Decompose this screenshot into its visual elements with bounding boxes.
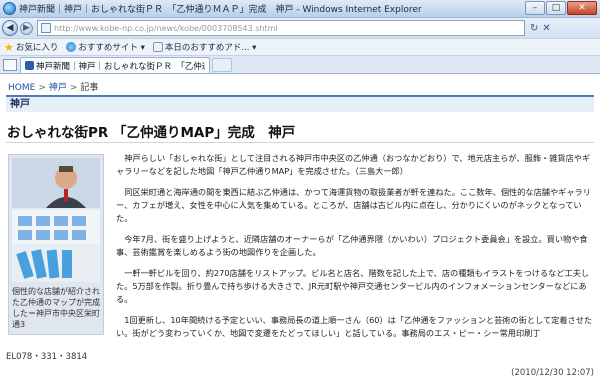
photo-image: [12, 158, 100, 282]
breadcrumb-home-link[interactable]: HOME: [8, 83, 35, 93]
favorites-bar: ★ お気に入り おすすめサイト ▾ 本日のおすすめアド... ▾: [0, 38, 600, 56]
article-paragraph: 一軒一軒ビルを回り、約270店舗をリストアップ。ビル名と店名、階数を記した上で、…: [116, 268, 590, 304]
page-icon: [152, 42, 163, 52]
ie-icon: [66, 42, 77, 52]
article-paragraph: 1回更新し、10年間続ける予定といい、事務局長の道上順一さん（60）は「乙仲通を…: [116, 315, 593, 338]
article-paragraph: 今年7月、街を盛り上げようと、近隣店舗のオーナーらが「乙仲通界隈（かいわい）プロ…: [116, 234, 588, 257]
breadcrumb-kobe-link[interactable]: 神戸: [49, 83, 67, 93]
favorites-item-recommended[interactable]: おすすめサイト ▾: [66, 41, 145, 53]
breadcrumb: HOME > 神戸 > 記事: [8, 80, 98, 93]
headline-divider: [6, 142, 594, 143]
article-date: (2010/12/30 12:07): [511, 368, 594, 378]
favorites-item-today[interactable]: 本日のおすすめアド... ▾: [152, 41, 257, 53]
photo-caption: 個性的な店舗が紹介された乙仲通のマップが完成した＝神戸市中央区栄町通3: [12, 287, 100, 329]
article-body: 神戸らしい「おしゃれな街」として注目される神戸市中央区の乙仲通（おつなかどおり）…: [116, 152, 594, 348]
kobe-np-favicon-icon: [25, 61, 34, 70]
window-title-bar: 神戸新聞｜神戸｜おしゃれな街ＰＲ 「乙仲通りＭＡＰ」完成 神戸 - Window…: [0, 0, 600, 18]
star-icon[interactable]: ★: [4, 41, 14, 54]
new-tab-button[interactable]: [212, 58, 232, 72]
article-headline: おしゃれな街PR 「乙仲通りMAP」完成 神戸: [7, 125, 296, 141]
article-paragraph: 神戸らしい「おしゃれな街」として注目される神戸市中央区の乙仲通（おつなかどおり）…: [116, 153, 591, 176]
favorites-button[interactable]: お気に入り: [16, 41, 59, 53]
url-text: http://www.kobe-np.co.jp/news/kobe/00037…: [54, 23, 278, 33]
breadcrumb-current: 記事: [80, 83, 99, 93]
tab-kobe-np[interactable]: 神戸新聞｜神戸｜おしゃれな街ＰＲ 「乙仲通...: [20, 57, 210, 73]
address-tools: ↻ ✕: [530, 23, 551, 34]
photo-box: 個性的な店舗が紹介された乙仲通のマップが完成した＝神戸市中央区栄町通3: [8, 154, 104, 335]
forward-button[interactable]: ▶: [20, 21, 33, 35]
internet-explorer-icon: [3, 2, 16, 15]
web-page: HOME > 神戸 > 記事 神戸 おしゃれな街PR 「乙仲通りMAP」完成 神戸: [0, 74, 600, 387]
stop-icon[interactable]: ✕: [542, 23, 550, 34]
tel-text: EL078・331・3814: [6, 352, 88, 362]
window-title: 神戸新聞｜神戸｜おしゃれな街ＰＲ 「乙仲通りＭＡＰ」完成 神戸 - Window…: [19, 5, 422, 15]
breadcrumb-separator: >: [38, 83, 46, 93]
refresh-icon[interactable]: ↻: [530, 23, 538, 34]
section-header: 神戸: [6, 95, 594, 112]
article-paragraph: 同区栄町通と海岸通の間を東西に結ぶ乙仲通は、かつて海運貨物の取扱業者が軒を連ねた…: [116, 187, 591, 223]
article-photo[interactable]: [12, 158, 100, 282]
tab-bar: 神戸新聞｜神戸｜おしゃれな街ＰＲ 「乙仲通...: [0, 56, 600, 74]
address-input[interactable]: http://www.kobe-np.co.jp/news/kobe/00037…: [37, 20, 525, 36]
address-bar-row: ◀ ▶ http://www.kobe-np.co.jp/news/kobe/0…: [0, 18, 600, 38]
maximize-button[interactable]: □: [546, 1, 566, 15]
back-button[interactable]: ◀: [2, 20, 18, 36]
minimize-button[interactable]: –: [525, 1, 545, 15]
favorites-item-label: おすすめサイト ▾: [78, 43, 145, 53]
page-icon: [41, 23, 51, 33]
favorites-item-label: 本日のおすすめアド... ▾: [164, 43, 257, 53]
quick-tabs-icon[interactable]: [3, 59, 17, 71]
close-button[interactable]: ✕: [567, 1, 597, 15]
window-controls: – □ ✕: [524, 1, 597, 16]
breadcrumb-separator: >: [69, 83, 78, 93]
tab-label: 神戸新聞｜神戸｜おしゃれな街ＰＲ 「乙仲通...: [36, 61, 205, 72]
